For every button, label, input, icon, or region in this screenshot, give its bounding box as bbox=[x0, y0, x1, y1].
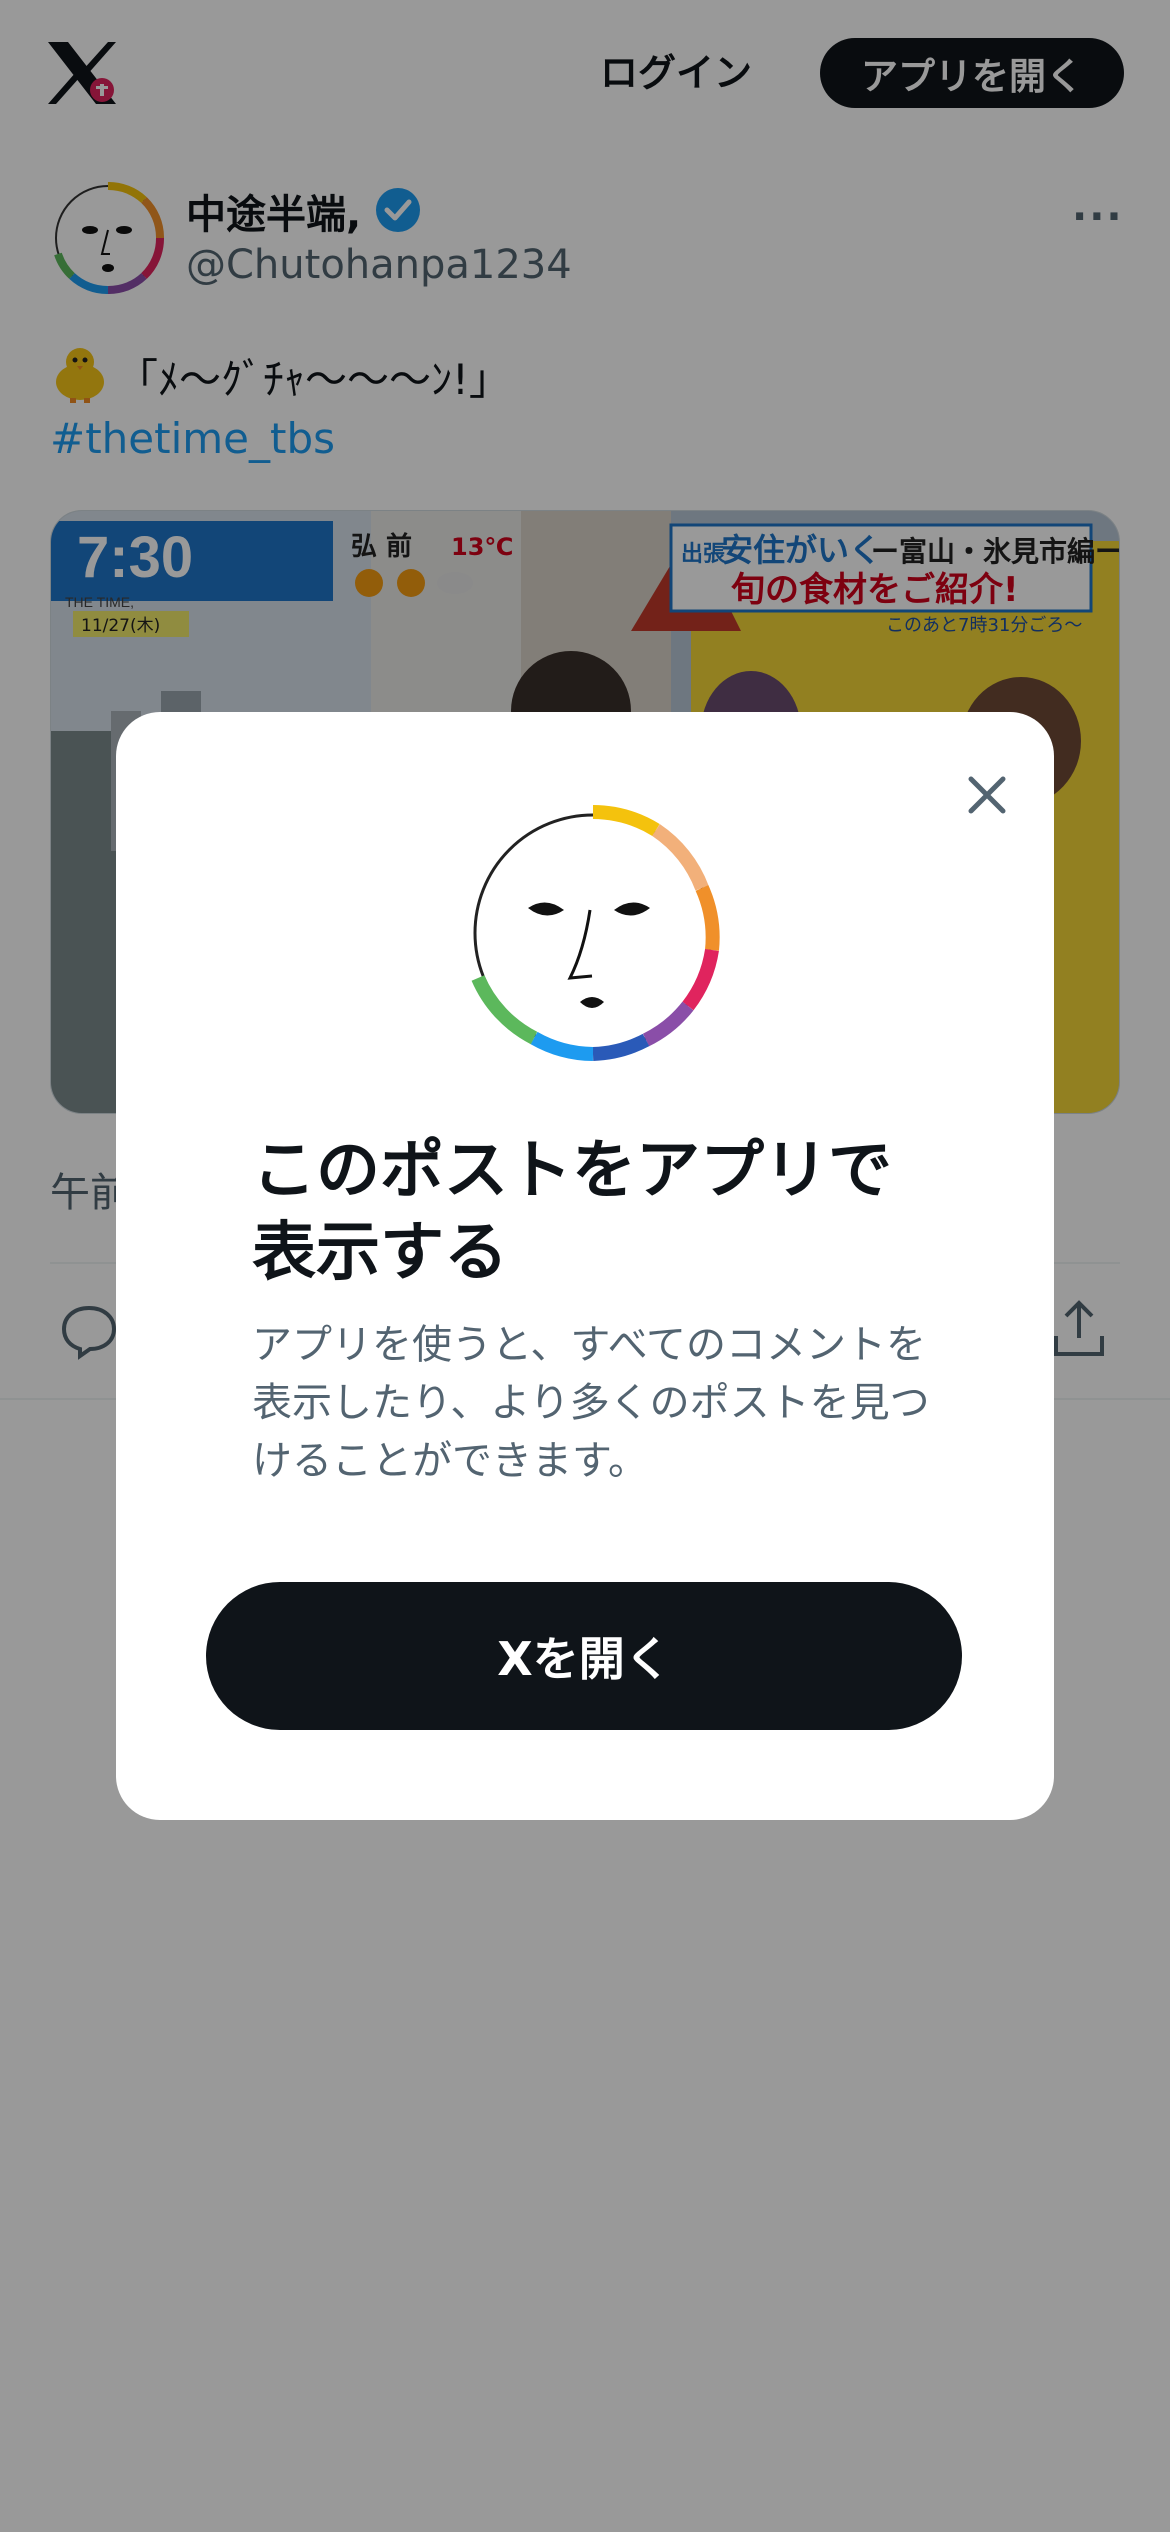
open-in-app-dialog: このポストをアプリで表示する アプリを使うと、すべてのコメントを表示したり、より… bbox=[116, 712, 1054, 1820]
profile-avatar bbox=[471, 805, 720, 1061]
close-icon[interactable] bbox=[952, 760, 1022, 830]
dialog-description: アプリを使うと、すべてのコメントを表示したり、より多くのポストを見つけることがで… bbox=[252, 1322, 930, 1484]
dialog-title: このポストをアプリで表示する bbox=[252, 1134, 892, 1290]
open-x-button[interactable]: Xを開く bbox=[206, 1582, 962, 1730]
